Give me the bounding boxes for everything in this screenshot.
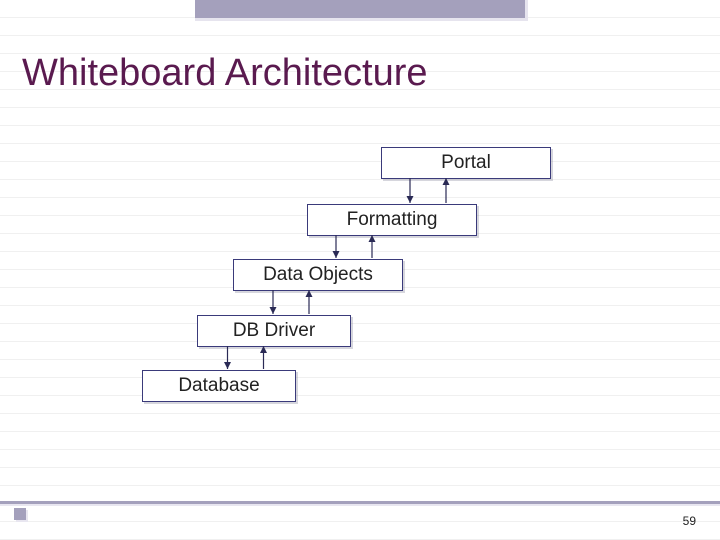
box-portal: Portal: [381, 147, 551, 179]
footer-rule: [0, 501, 720, 506]
page-number: 59: [683, 514, 696, 528]
box-formatting: Formatting: [307, 204, 477, 236]
box-database: Database: [142, 370, 296, 402]
slide-canvas: Whiteboard Architecture Portal Formattin…: [0, 0, 720, 540]
header-accent-bar: [195, 0, 528, 21]
box-db-driver: DB Driver: [197, 315, 351, 347]
slide-title: Whiteboard Architecture: [22, 52, 428, 95]
footer-corner-icon: [14, 508, 26, 520]
box-data-objects: Data Objects: [233, 259, 403, 291]
